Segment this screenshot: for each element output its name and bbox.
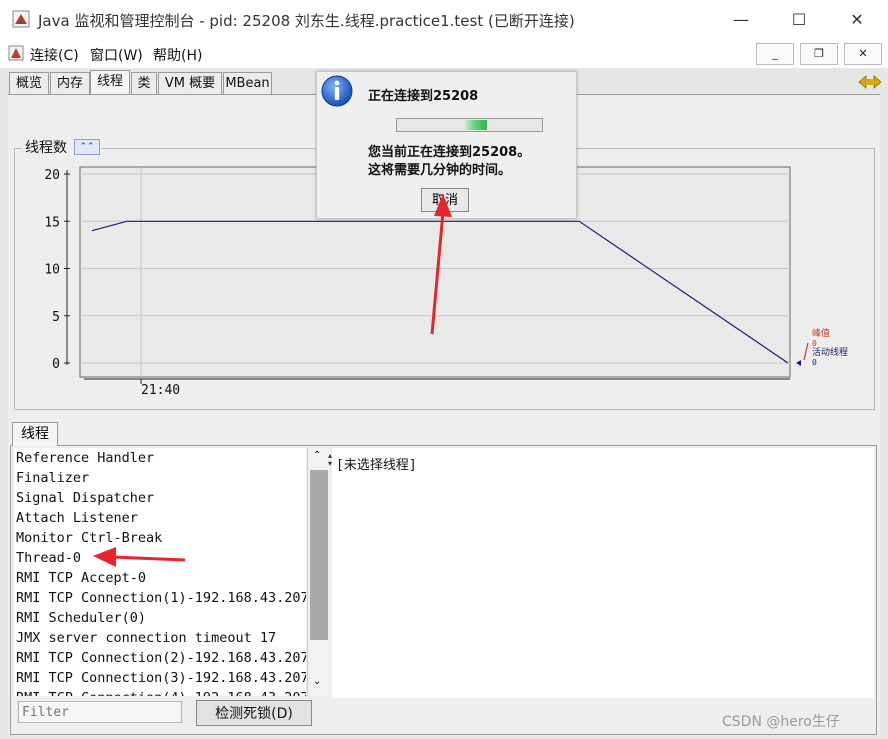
thread-list-item[interactable]: Finalizer	[16, 470, 89, 486]
dialog-message-line-2: 这将需要几分钟的时间。	[368, 163, 512, 178]
detect-deadlock-button[interactable]: 检测死锁(D)	[196, 700, 312, 726]
y-tick-label: 0	[52, 357, 60, 372]
thread-detail-text: [未选择线程]	[336, 458, 417, 473]
thread-list-item[interactable]: JMX server connection timeout 17	[16, 630, 276, 646]
y-tick-label: 15	[44, 215, 60, 230]
maximize-button[interactable]: ☐	[770, 0, 828, 40]
mdi-restore-button[interactable]: ❐	[800, 43, 838, 65]
scroll-up-icon[interactable]: ⌃	[313, 450, 321, 461]
menu-window[interactable]: 窗口(W)	[90, 45, 143, 65]
legend-live-label: 活动线程	[812, 346, 848, 358]
thread-list-item[interactable]: RMI Scheduler(0)	[16, 610, 146, 626]
dialog-title: 正在连接到25208	[368, 89, 479, 104]
info-icon	[321, 75, 353, 107]
thread-list-item[interactable]: Thread-0	[16, 550, 81, 566]
y-tick-label: 5	[52, 310, 60, 325]
connection-status-icon	[858, 75, 882, 89]
tab-classes[interactable]: 类	[131, 72, 157, 94]
y-axis-ticks: 20 15 10 5 0	[44, 168, 70, 372]
menu-help[interactable]: 帮助(H)	[153, 45, 202, 65]
live-threads-marker	[796, 360, 801, 366]
mdi-minimize-button[interactable]: _	[756, 43, 794, 65]
tab-memory[interactable]: 内存	[50, 72, 90, 94]
thread-list-item[interactable]: RMI TCP Connection(4)-192.168.43.207	[16, 690, 306, 696]
thread-list-item[interactable]: Monitor Ctrl-Break	[16, 530, 162, 546]
thread-filter-input[interactable]	[18, 701, 182, 723]
scroll-down-icon[interactable]: ⌄	[313, 676, 321, 687]
legend-peak-label: 峰值	[812, 327, 830, 339]
legend-peak-value: 0	[812, 339, 817, 348]
java-app-icon	[12, 10, 30, 28]
tab-vm-summary[interactable]: VM 概要	[158, 72, 222, 94]
watermark-text: CSDN @hero生仔	[722, 714, 840, 730]
dialog-message-line-1: 您当前正在连接到25208。	[368, 145, 531, 160]
thread-list-item[interactable]: Signal Dispatcher	[16, 490, 154, 506]
thread-list[interactable]: Reference Handler Finalizer Signal Dispatc…	[14, 448, 306, 696]
menu-connection[interactable]: 连接(C)	[30, 45, 79, 65]
x-tick-label: 21:40	[141, 383, 180, 398]
legend-live-value: 0	[812, 358, 817, 367]
tab-mbean[interactable]: MBean	[223, 72, 272, 94]
thread-list-scrollbar[interactable]: ⌃ ⌄	[307, 448, 329, 696]
connection-progress-bar	[396, 118, 543, 132]
thread-list-item[interactable]: Attach Listener	[16, 510, 138, 526]
dialog-cancel-button[interactable]: 取消	[421, 188, 469, 212]
thread-list-item[interactable]: Reference Handler	[16, 450, 154, 466]
scrollbar-thumb[interactable]	[310, 470, 328, 640]
minimize-button[interactable]: —	[712, 0, 770, 40]
tab-threads-list[interactable]: 线程	[12, 422, 58, 446]
y-tick-label: 20	[44, 168, 60, 183]
window-title: Java 监视和管理控制台 - pid: 25208 刘东生.线程.practi…	[38, 12, 575, 30]
close-button[interactable]: ✕	[828, 0, 886, 40]
thread-list-item[interactable]: RMI TCP Connection(2)-192.168.43.207	[16, 650, 306, 666]
tab-threads[interactable]: 线程	[90, 70, 130, 94]
thread-list-item[interactable]: RMI TCP Connection(3)-192.168.43.207	[16, 670, 306, 686]
thread-list-item[interactable]: RMI TCP Connection(1)-192.168.43.207	[16, 590, 306, 606]
x-axis-ticks: 21:40	[140, 379, 180, 398]
tab-overview[interactable]: 概览	[9, 72, 49, 94]
y-tick-label: 10	[44, 263, 60, 278]
thread-detail-panel: [未选择线程]	[332, 448, 874, 698]
peak-marker	[803, 342, 809, 361]
java-app-icon	[8, 45, 24, 61]
mdi-close-button[interactable]: ✕	[844, 43, 882, 65]
thread-list-item[interactable]: RMI TCP Accept-0	[16, 570, 146, 586]
